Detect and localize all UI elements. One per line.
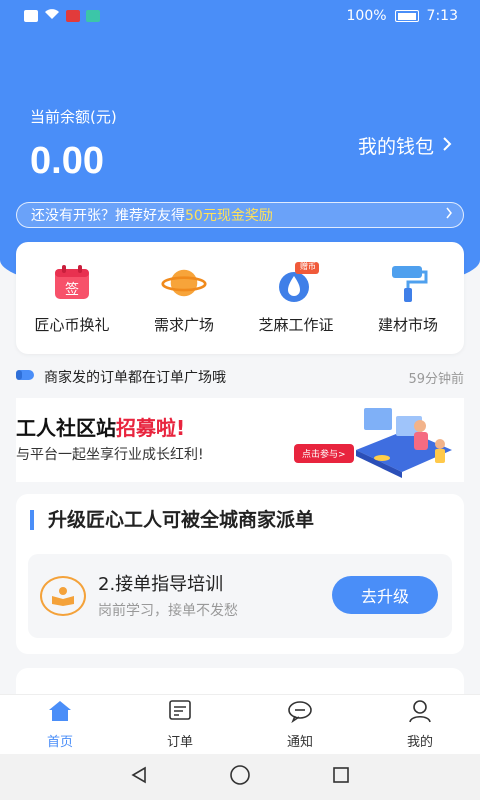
training-item[interactable]: 2.接单指导培训 岗前学习，接单不发愁 去升级 bbox=[28, 554, 452, 638]
tab-label: 首页 bbox=[46, 735, 73, 750]
gift-coin-badge: 赠币 bbox=[300, 261, 316, 271]
quick-action-building-materials[interactable]: 建材市场 bbox=[358, 262, 458, 335]
chevron-right-icon bbox=[442, 135, 452, 157]
alert-icon bbox=[24, 10, 38, 22]
notice-time: 59分钟前 bbox=[408, 371, 464, 387]
system-navigation-bar bbox=[0, 754, 480, 800]
tab-label: 订单 bbox=[166, 735, 193, 750]
chat-icon bbox=[287, 699, 313, 727]
recruit-join-button[interactable]: 点击参与> bbox=[294, 444, 354, 463]
order-icon bbox=[167, 699, 193, 727]
paint-roller-icon bbox=[385, 262, 431, 304]
book-icon bbox=[40, 576, 86, 616]
balance-amount: 0.00 bbox=[30, 140, 104, 182]
quick-action-label: 芝麻工作证 bbox=[258, 315, 334, 334]
quick-action-label: 需求广场 bbox=[153, 315, 214, 334]
quick-action-label: 建材市场 bbox=[377, 315, 438, 334]
upgrade-button[interactable]: 去升级 bbox=[332, 576, 438, 614]
training-subtitle: 岗前学习，接单不发愁 bbox=[98, 603, 238, 619]
planet-icon bbox=[161, 262, 207, 304]
tab-profile[interactable]: 我的 bbox=[380, 695, 460, 754]
chevron-right-icon bbox=[445, 207, 453, 223]
recents-square-icon[interactable] bbox=[331, 765, 351, 789]
wifi-icon bbox=[44, 8, 60, 24]
tab-notifications[interactable]: 通知 bbox=[260, 695, 340, 754]
speaker-icon bbox=[16, 368, 36, 386]
book-notification-icon bbox=[86, 10, 100, 22]
home-icon bbox=[47, 699, 73, 727]
quick-action-demand-square[interactable]: 需求广场 bbox=[134, 262, 234, 335]
water-drop-icon: 赠币 bbox=[273, 261, 319, 304]
status-bar: 100% 7:13 bbox=[0, 0, 480, 32]
user-icon bbox=[407, 699, 433, 727]
battery-icon bbox=[394, 10, 419, 22]
referral-promo-banner[interactable]: 还没有开张？推荐好友得50元现金奖励 bbox=[16, 202, 464, 228]
balance-label: 当前余额(元) bbox=[30, 108, 117, 126]
svg-text:签: 签 bbox=[65, 281, 79, 298]
bottom-tab-bar: 首页 订单 通知 我的 bbox=[0, 694, 480, 754]
notice-ticker[interactable]: 商家发的订单都在订单广场哦 59分钟前 bbox=[16, 366, 464, 388]
promo-text: 还没有开张？推荐好友得50元现金奖励 bbox=[31, 205, 273, 225]
app-notification-icon bbox=[66, 10, 80, 22]
home-circle-icon[interactable] bbox=[229, 764, 251, 790]
battery-percent: 100% bbox=[346, 8, 387, 24]
upgrade-title: 升级匠心工人可被全城商家派单 bbox=[30, 510, 314, 530]
tab-label: 通知 bbox=[286, 735, 313, 750]
training-title: 2.接单指导培训 bbox=[98, 574, 224, 595]
tab-orders[interactable]: 订单 bbox=[140, 695, 220, 754]
tab-home[interactable]: 首页 bbox=[20, 695, 100, 754]
quick-actions-card: 签 匠心币换礼 需求广场 赠币 芝麻工作证 建材市场 bbox=[16, 242, 464, 354]
sign-calendar-icon: 签 bbox=[49, 262, 95, 304]
recruit-illustration bbox=[346, 404, 456, 480]
recruit-title-highlight: 招募啦! bbox=[116, 416, 186, 440]
my-wallet-label: 我的钱包 bbox=[357, 136, 434, 158]
back-triangle-icon[interactable] bbox=[129, 765, 149, 789]
quick-action-label: 匠心币换礼 bbox=[34, 315, 110, 334]
recruit-title-main: 工人社区站 bbox=[16, 416, 116, 440]
recruit-subtitle: 与平台一起坐享行业成长红利! bbox=[16, 447, 204, 463]
my-wallet-link[interactable]: 我的钱包 bbox=[358, 132, 452, 159]
recruit-banner[interactable]: 工人社区站招募啦! 与平台一起坐享行业成长红利! 点击参与> bbox=[16, 398, 464, 482]
recruit-title: 工人社区站招募啦! bbox=[16, 412, 185, 441]
tab-label: 我的 bbox=[406, 735, 433, 750]
clock: 7:13 bbox=[426, 8, 458, 24]
quick-action-coin-gift[interactable]: 签 匠心币换礼 bbox=[22, 262, 122, 335]
upgrade-card: 升级匠心工人可被全城商家派单 2.接单指导培训 岗前学习，接单不发愁 去升级 bbox=[16, 494, 464, 654]
quick-action-sesame-work-card[interactable]: 赠币 芝麻工作证 bbox=[246, 261, 346, 335]
promo-text-main: 还没有开张？推荐好友得 bbox=[31, 208, 185, 224]
promo-highlight: 50元现金奖励 bbox=[185, 208, 273, 224]
notice-text: 商家发的订单都在订单广场哦 bbox=[44, 370, 226, 386]
